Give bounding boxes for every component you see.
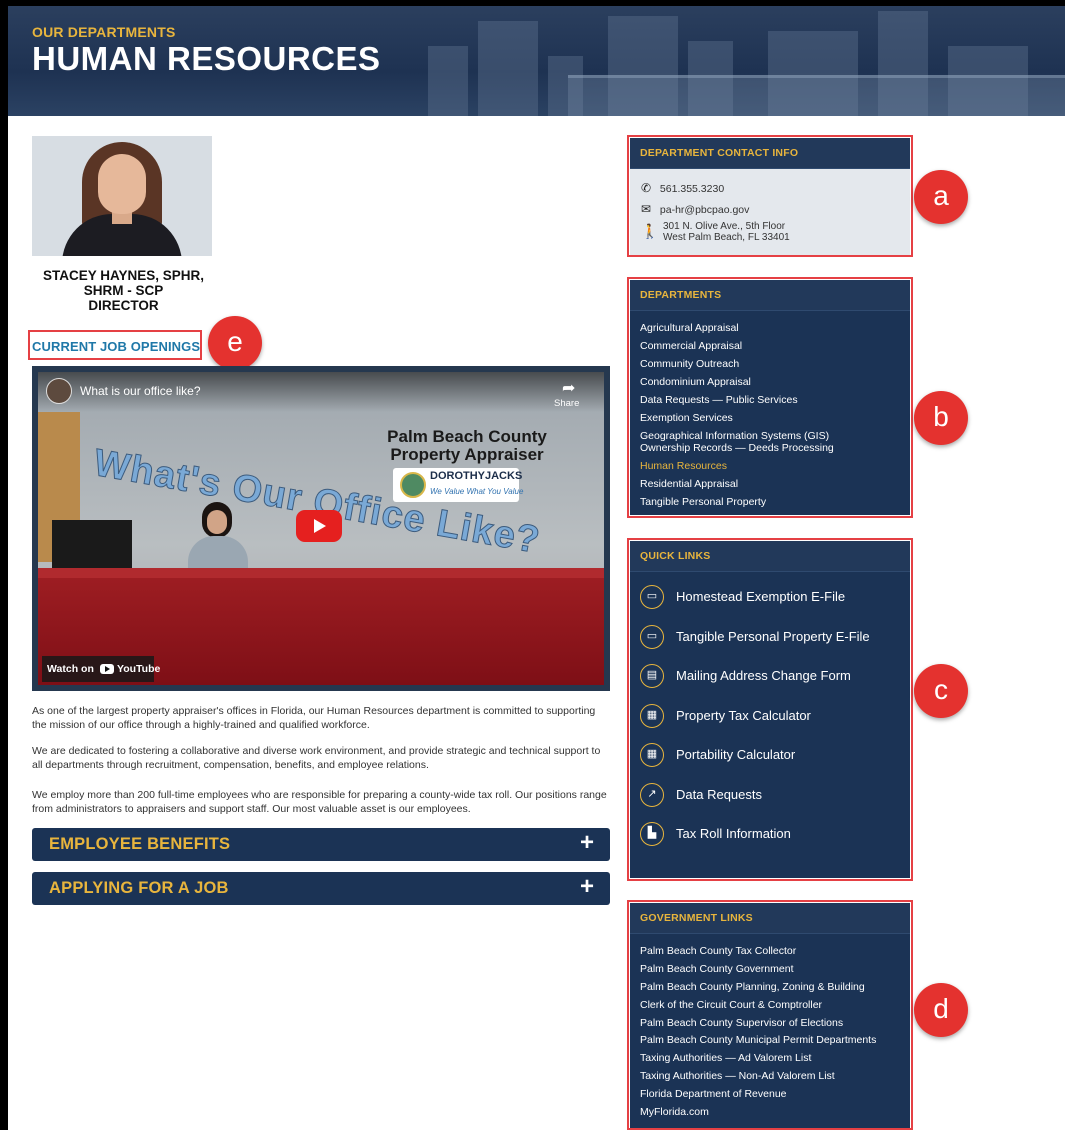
youtube-label[interactable]: YouTube [117, 663, 160, 675]
accordion-applying-for-a-job[interactable]: APPLYING FOR A JOB + [32, 872, 610, 905]
page: OUR DEPARTMENTS HUMAN RESOURCES STACEY H… [8, 6, 1065, 1130]
share-label[interactable]: Share [554, 398, 579, 409]
video-title[interactable]: What is our office like? [80, 384, 201, 398]
video-thumbnail[interactable]: Palm Beach County Property Appraiser DOR… [38, 372, 604, 685]
hero-banner: OUR DEPARTMENTS HUMAN RESOURCES [8, 6, 1065, 116]
intro-paragraph-1: As one of the largest property appraiser… [32, 705, 596, 731]
annotation-badge-d: d [914, 983, 968, 1037]
accordion-employee-benefits[interactable]: EMPLOYEE BENEFITS + [32, 828, 610, 861]
intro-paragraph-2: We are dedicated to fostering a collabor… [32, 745, 601, 771]
share-icon[interactable]: ➦ [562, 378, 575, 398]
expand-plus-icon[interactable]: + [580, 875, 594, 899]
annotation-badge-c: c [914, 664, 968, 718]
director-title: DIRECTOR [88, 298, 159, 313]
highlight-box-b [627, 277, 913, 518]
youtube-icon[interactable] [100, 664, 114, 674]
accordion-label: APPLYING FOR A JOB [49, 879, 229, 897]
annotation-badge-e: e [208, 316, 262, 370]
expand-plus-icon[interactable]: + [580, 831, 594, 855]
highlight-box-d [627, 900, 913, 1130]
seal-icon [400, 472, 426, 498]
director-name-line2: SHRM - SCP [83, 283, 164, 298]
video-sign-tagline: We Value What You Value [430, 487, 524, 496]
video-sign-name: DOROTHYJACKS [430, 470, 523, 482]
video-player[interactable]: Palm Beach County Property Appraiser DOR… [32, 366, 610, 691]
director-name-line1: STACEY HAYNES, SPHR, [42, 268, 205, 283]
accordion-label: EMPLOYEE BENEFITS [49, 835, 231, 853]
annotation-badge-a: a [914, 170, 968, 224]
highlight-box-c [627, 538, 913, 881]
play-button[interactable] [296, 510, 342, 542]
page-title: HUMAN RESOURCES [32, 40, 381, 77]
video-sign-title: Palm Beach County Property Appraiser [387, 427, 547, 464]
watch-on-label[interactable]: Watch on [47, 663, 94, 675]
director-photo [32, 136, 212, 256]
hero-eyebrow: OUR DEPARTMENTS [32, 24, 176, 40]
annotation-badge-b: b [914, 391, 968, 445]
highlight-box-a [627, 135, 913, 257]
channel-avatar[interactable] [46, 378, 72, 404]
director-caption: STACEY HAYNES, SPHR, SHRM - SCP DIRECTOR [32, 268, 215, 313]
intro-paragraph-3: We employ more than 200 full-time employ… [32, 789, 607, 815]
highlight-box-e [28, 330, 202, 360]
